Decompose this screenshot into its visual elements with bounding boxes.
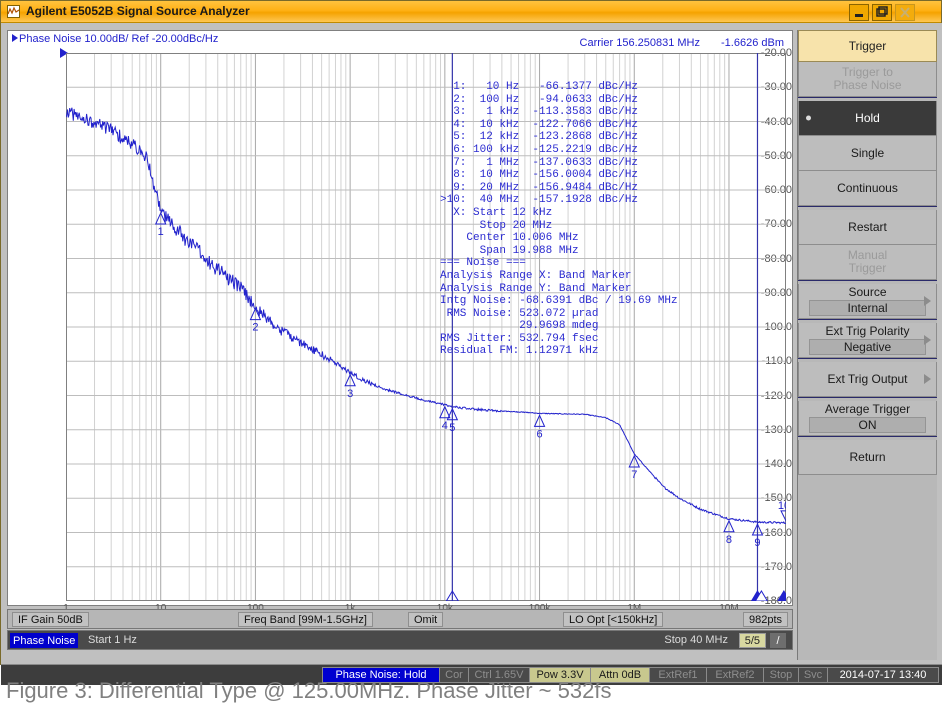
marker-readout-row: 5: 12 kHz -123.2868 dBc/Hz — [440, 131, 678, 144]
marker-readout-row: 8: 10 MHz -156.0004 dBc/Hz — [440, 169, 678, 182]
waveform-icon — [7, 5, 20, 18]
close-icon[interactable] — [895, 4, 915, 21]
status-cell[interactable]: Freq Band [99M-1.5GHz] — [238, 612, 373, 627]
analyzer-window: Agilent E5052B Signal Source Analyzer Ph… — [0, 0, 942, 665]
marker-readout-row: Intg Noise: -68.6391 dBc / 19.69 MHz — [440, 295, 678, 308]
status-cell[interactable]: IF Gain 50dB — [12, 612, 89, 627]
softkey-value[interactable]: ON — [809, 417, 927, 433]
chevron-right-icon — [924, 296, 931, 306]
svg-text:6: 6 — [536, 428, 542, 440]
status-cell[interactable]: Omit — [408, 612, 443, 627]
marker-readout-row: 7: 1 MHz -137.0633 dBc/Hz — [440, 157, 678, 170]
figure-caption: Figure 3: Differential Type @ 125.00MHz.… — [6, 678, 611, 704]
svg-text:10: 10 — [778, 500, 786, 512]
softkey-value[interactable]: Internal — [809, 300, 927, 316]
softkey-label: Ext Trig Output — [827, 373, 907, 386]
marker-readout-table: 1: 10 Hz -66.1377 dBc/Hz 2: 100 Hz -94.0… — [440, 81, 678, 358]
softkey-hold[interactable]: Hold — [798, 101, 937, 136]
svg-text:2: 2 — [252, 322, 258, 334]
softkey-single[interactable]: Single — [798, 136, 937, 171]
minimize-icon[interactable] — [849, 4, 869, 21]
marker-readout-row: 2: 100 Hz -94.0633 dBc/Hz — [440, 94, 678, 107]
svg-text:4: 4 — [442, 420, 448, 432]
softkey-ext-trig-output[interactable]: Ext Trig Output — [798, 362, 937, 397]
maximize-icon[interactable] — [872, 4, 892, 21]
softkey-list: Trigger toPhase Noise Hold Single Continuou… — [798, 62, 937, 475]
marker-readout-row: >10: 40 MHz -157.1928 dBc/Hz — [440, 194, 678, 207]
softkey-return[interactable]: Return — [798, 440, 937, 475]
svg-text:1: 1 — [158, 226, 164, 238]
active-channel-badge[interactable]: Phase Noise — [10, 633, 78, 648]
system-status-badge: ExtRef2 — [706, 667, 764, 683]
softkey-restart[interactable]: Restart — [798, 210, 937, 245]
softkey-label: Ext Trig Polarity — [825, 325, 909, 338]
softkey-label: Average Trigger — [825, 403, 910, 416]
softkey-value[interactable]: Negative — [809, 339, 927, 355]
marker-readout-row: Stop 20 MHz — [440, 220, 678, 233]
softkey-source[interactable]: SourceInternal — [798, 284, 937, 319]
softkey-manual: ManualTrigger — [798, 245, 937, 280]
channel-marker-icon — [12, 34, 18, 42]
marker-readout-row: 9: 20 MHz -156.9484 dBc/Hz — [440, 182, 678, 195]
scale-reference-label: Phase Noise 10.00dB/ Ref -20.00dBc/Hz — [12, 33, 218, 45]
system-status-badge: 2014-07-17 13:40 — [827, 667, 939, 683]
marker-readout-row: 4: 10 kHz -122.7066 dBc/Hz — [440, 119, 678, 132]
softkey-panel[interactable]: Trigger Trigger toPhase Noise Hold Single C… — [797, 30, 937, 660]
chevron-right-icon — [924, 374, 931, 384]
trace-svg: 1 2 3 45 6 7 8 9 10 — [66, 53, 786, 601]
softkey-label: Hold — [855, 112, 880, 125]
sweep-indicator: / — [770, 633, 786, 648]
softkey-label: Single — [851, 147, 884, 160]
marker-readout-row: 29.9698 mdeg — [440, 320, 678, 333]
plot-area[interactable]: 1 2 3 45 6 7 8 9 10 — [66, 53, 786, 601]
softkey-menu-title: Trigger — [798, 30, 937, 62]
softkey-ext-trig-polarity[interactable]: Ext Trig PolarityNegative — [798, 323, 937, 358]
marker-readout-row: === Noise === — [440, 257, 678, 270]
phase-noise-graph[interactable]: Phase Noise 10.00dB/ Ref -20.00dBc/Hz Ca… — [7, 30, 793, 606]
status-cell[interactable]: LO Opt [<150kHz] — [563, 612, 663, 627]
sweep-range-bar: Phase Noise Start 1 Hz Stop 40 MHz 5/5 / — [7, 630, 793, 650]
main-content: Phase Noise 10.00dB/ Ref -20.00dBc/Hz Ca… — [1, 23, 942, 666]
carrier-frequency-label: Carrier 156.250831 MHz — [580, 37, 700, 49]
softkey-average-trigger[interactable]: Average TriggerON — [798, 401, 937, 436]
softkey-continuous[interactable]: Continuous — [798, 171, 937, 206]
marker-readout-row: RMS Noise: 523.072 µrad — [440, 308, 678, 321]
svg-text:9: 9 — [754, 537, 760, 549]
softkey-label: Source — [848, 286, 886, 299]
svg-text:3: 3 — [347, 388, 353, 400]
softkey-label-line2: Phase Noise — [833, 79, 901, 92]
status-cell[interactable]: 982pts — [743, 612, 788, 627]
stop-frequency-label[interactable]: Stop 40 MHz — [664, 634, 728, 646]
marker-readout-row: 1: 10 Hz -66.1377 dBc/Hz — [440, 81, 678, 94]
instrument-settings-bar: IF Gain 50dB Freq Band [99M-1.5GHz] Omit LO… — [7, 609, 793, 629]
system-status-badge: ExtRef1 — [649, 667, 707, 683]
selected-dot-icon — [806, 116, 811, 121]
softkey-label: Continuous — [837, 182, 898, 195]
marker-readout-row: X: Start 12 kHz — [440, 207, 678, 220]
marker-readout-row: Span 19.988 MHz — [440, 245, 678, 258]
marker-readout-row: 3: 1 kHz -113.3583 dBc/Hz — [440, 106, 678, 119]
softkey-label: Restart — [848, 221, 887, 234]
marker-readout-row: Analysis Range X: Band Marker — [440, 270, 678, 283]
system-status-badge: Stop — [763, 667, 799, 683]
marker-readout-row: Analysis Range Y: Band Marker — [440, 283, 678, 296]
marker-readout-row: Residual FM: 1.12971 kHz — [440, 345, 678, 358]
marker-readout-row: RMS Jitter: 532.794 fsec — [440, 333, 678, 346]
marker-readout-row: 6: 100 kHz -125.2219 dBc/Hz — [440, 144, 678, 157]
system-status-badge: Svc — [798, 667, 828, 683]
svg-text:5: 5 — [449, 422, 455, 434]
window-title: Agilent E5052B Signal Source Analyzer — [26, 4, 250, 18]
softkey-label: Return — [849, 451, 885, 464]
marker-readout-row: Center 10.006 MHz — [440, 232, 678, 245]
softkey-trigger-to: Trigger toPhase Noise — [798, 62, 937, 97]
chevron-right-icon — [924, 335, 931, 345]
start-frequency-label[interactable]: Start 1 Hz — [88, 634, 137, 646]
softkey-label-line2: Trigger — [849, 262, 887, 275]
svg-text:8: 8 — [726, 534, 732, 546]
window-titlebar: Agilent E5052B Signal Source Analyzer — [1, 1, 941, 23]
svg-text:7: 7 — [631, 469, 637, 481]
average-count-badge: 5/5 — [739, 633, 766, 648]
